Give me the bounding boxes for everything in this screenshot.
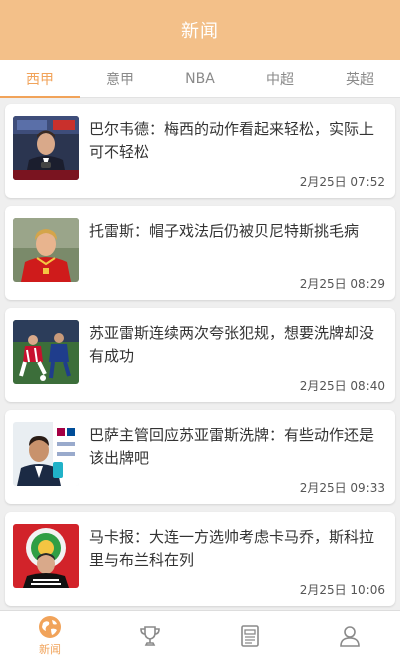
bottom-navigation: 新闻 [0, 610, 400, 660]
nav-label-news: 新闻 [39, 643, 61, 656]
nav-newspaper[interactable] [200, 611, 300, 660]
tab-nba[interactable]: NBA [160, 60, 240, 97]
category-tabs: 西甲 意甲 NBA 中超 英超 [0, 60, 400, 98]
news-timestamp: 2月25日 10:06 [299, 583, 385, 597]
page-title: 新闻 [181, 21, 219, 42]
tab-csl[interactable]: 中超 [240, 60, 320, 97]
user-icon [337, 623, 363, 649]
coach-with-club-logo-photo [13, 524, 79, 588]
tab-premier-league[interactable]: 英超 [320, 60, 400, 97]
news-timestamp: 2月25日 08:29 [299, 277, 385, 291]
nav-trophy[interactable] [100, 611, 200, 660]
news-card[interactable]: 巴萨主管回应苏亚雷斯洗牌：有些动作还是该出牌吧 2月25日 09:33 [5, 410, 395, 504]
tab-seriea[interactable]: 意甲 [80, 60, 160, 97]
news-card[interactable]: 苏亚雷斯连续两次夸张犯规，想要洗牌却没有成功 2月25日 08:40 [5, 308, 395, 402]
news-card[interactable]: 托雷斯：帽子戏法后仍被贝尼特斯挑毛病 2月25日 08:29 [5, 206, 395, 300]
news-timestamp: 2月25日 07:52 [299, 175, 385, 189]
news-headline: 苏亚雷斯连续两次夸张犯规，想要洗牌却没有成功 [89, 324, 375, 365]
news-timestamp: 2月25日 09:33 [299, 481, 385, 495]
official-interview-photo [13, 422, 79, 486]
app-header: 新闻 [0, 0, 400, 60]
tab-laliga[interactable]: 西甲 [0, 60, 80, 98]
news-headline: 巴尔韦德：梅西的动作看起来轻松，实际上可不轻松 [89, 120, 375, 161]
match-action-photo [13, 320, 79, 384]
news-headline: 巴萨主管回应苏亚雷斯洗牌：有些动作还是该出牌吧 [89, 426, 375, 467]
news-headline: 马卡报：大连一方选帅考虑卡马乔，斯科拉里与布兰科在列 [89, 528, 375, 569]
news-card[interactable]: 巴尔韦德：梅西的动作看起来轻松，实际上可不轻松 2月25日 07:52 [5, 104, 395, 198]
newspaper-icon [237, 623, 263, 649]
trophy-icon [137, 623, 163, 649]
news-timestamp: 2月25日 08:40 [299, 379, 385, 393]
globe-icon [37, 614, 63, 640]
player-portrait-photo [13, 218, 79, 282]
nav-profile[interactable] [300, 611, 400, 660]
news-headline: 托雷斯：帽子戏法后仍被贝尼特斯挑毛病 [89, 222, 360, 240]
news-feed[interactable]: 巴尔韦德：梅西的动作看起来轻松，实际上可不轻松 2月25日 07:52 托雷斯：… [0, 98, 400, 610]
news-card[interactable]: 马卡报：大连一方选帅考虑卡马乔，斯科拉里与布兰科在列 2月25日 10:06 [5, 512, 395, 606]
nav-news[interactable]: 新闻 [0, 611, 100, 660]
press-conference-photo [13, 116, 79, 180]
